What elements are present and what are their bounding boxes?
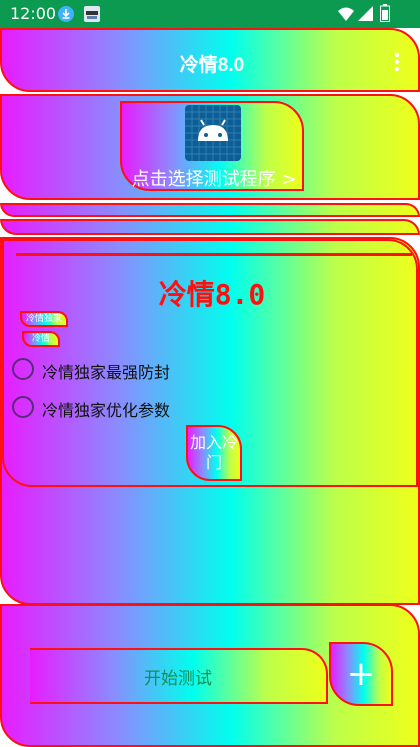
bottom-card: 开始测试 + xyxy=(0,604,420,747)
android-icon xyxy=(185,105,241,161)
start-test-label: 开始测试 xyxy=(144,669,212,689)
option-label: 冷情独家最强防封 xyxy=(42,363,171,382)
divider-stripe xyxy=(0,203,420,217)
radio-button[interactable] xyxy=(12,358,34,380)
plus-icon: + xyxy=(346,654,376,694)
radio-button[interactable] xyxy=(12,396,34,418)
page-title: 冷情8.0 xyxy=(179,55,245,76)
join-button[interactable]: 加入冷门 xyxy=(186,425,242,481)
select-app-label: 点击选择测试程序 > xyxy=(131,169,297,190)
add-button[interactable]: + xyxy=(329,642,393,706)
divider xyxy=(16,253,412,256)
select-app-button[interactable]: 点击选择测试程序 > xyxy=(120,101,304,191)
app-bar: 冷情8.0 xyxy=(0,28,420,92)
download-icon xyxy=(58,6,74,22)
start-test-button[interactable]: 开始测试 xyxy=(30,648,328,704)
status-time: 12:00 xyxy=(10,4,57,23)
selector-card: 点击选择测试程序 > xyxy=(0,94,420,200)
more-vertical-icon[interactable] xyxy=(394,52,400,72)
divider-stripe xyxy=(0,219,420,235)
status-bar: 12:00 xyxy=(0,0,420,28)
option-label: 冷情独家优化参数 xyxy=(42,401,171,420)
tag-chip[interactable]: 冷情独家 xyxy=(20,311,68,327)
signal-icon xyxy=(358,6,373,21)
headline: 冷情8.0 xyxy=(158,278,266,311)
wifi-icon xyxy=(338,7,354,21)
battery-icon xyxy=(380,4,390,22)
main-card: 冷情8.0 冷情独家 冷情 冷情独家最强防封 冷情独家优化参数 加入冷门 xyxy=(0,237,420,605)
tag-chip[interactable]: 冷情 xyxy=(22,331,60,347)
options-panel: 冷情8.0 冷情独家 冷情 冷情独家最强防封 冷情独家优化参数 加入冷门 xyxy=(2,239,418,487)
app-notification-icon xyxy=(84,6,100,22)
